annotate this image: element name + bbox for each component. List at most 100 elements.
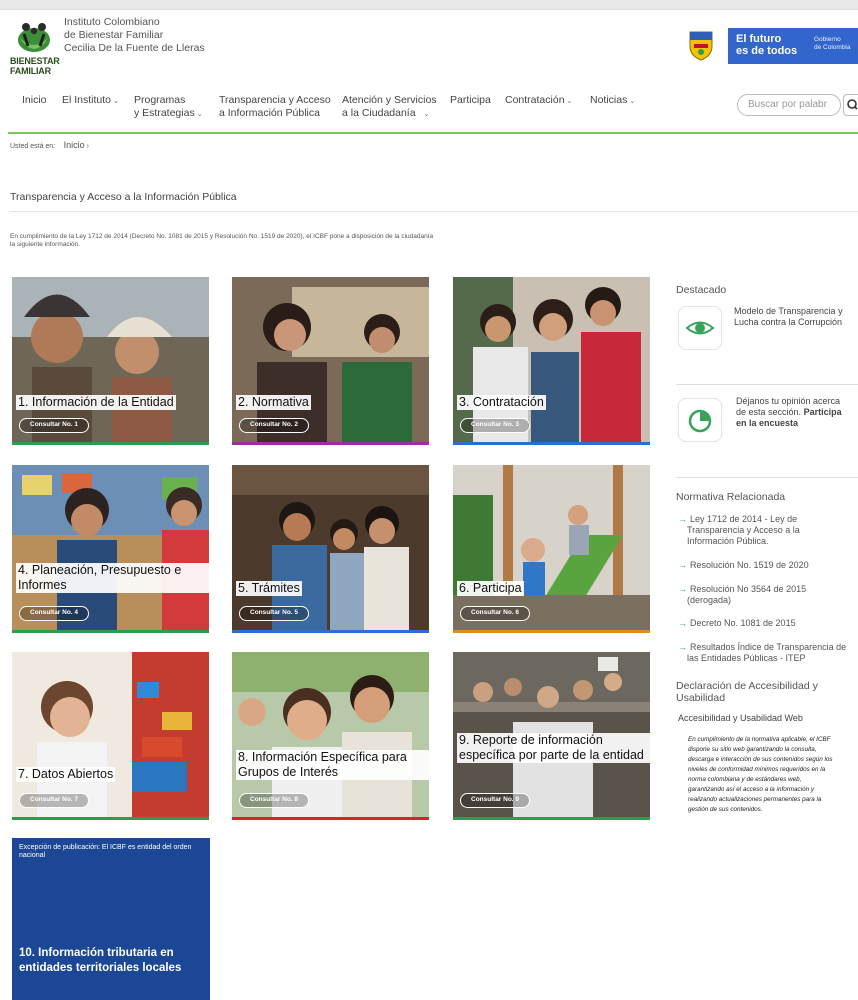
search-icon: [847, 99, 858, 110]
card-title: 1. Información de la Entidad: [16, 395, 176, 410]
intro-line-1: En cumplimiento de la Ley 1712 de 2014 (…: [10, 233, 434, 240]
nav-item-noticias[interactable]: Noticias ⌄: [590, 94, 635, 108]
logo-text-line1: BIENESTAR: [10, 56, 60, 66]
consult-button[interactable]: Consultar No. 3: [460, 418, 531, 433]
chevron-down-icon: ⌄: [196, 111, 203, 118]
card-title: 3. Contratación: [457, 395, 546, 410]
arrow-right-icon: →: [678, 642, 687, 652]
card-title: 6. Participa: [457, 581, 524, 596]
card-color-bar: [232, 630, 429, 633]
card-informacion-tributaria[interactable]: Excepción de publicación: El ICBF es ent…: [12, 838, 210, 1000]
colombia-shield-icon: [689, 31, 713, 61]
consult-button[interactable]: Consultar No. 5: [239, 606, 310, 621]
card-color-bar: [12, 817, 209, 820]
gov-co-banner[interactable]: El futuro es de todos Gobierno de Colomb…: [728, 28, 858, 64]
nav-item-participa[interactable]: Participa: [450, 94, 491, 107]
consult-button[interactable]: Consultar No. 4: [19, 606, 90, 621]
nav-item-inicio[interactable]: Inicio: [22, 94, 47, 107]
card-datos-abiertos[interactable]: 7. Datos Abiertos Consultar No. 7: [12, 652, 209, 820]
nav-item-el-instituto[interactable]: El Instituto ⌄: [62, 94, 119, 108]
featured-transparency-item[interactable]: [678, 306, 722, 350]
card-title: 8. Información Específica para Grupos de…: [236, 750, 429, 780]
arrow-right-icon: →: [678, 584, 687, 594]
accesibilidad-text: En cumplimiento de la normativa aplicabl…: [688, 736, 833, 813]
site-header: BIENESTAR FAMILIAR Instituto Colombiano …: [0, 12, 858, 82]
card-title: 9. Reporte de información específica por…: [457, 733, 650, 763]
arrow-right-icon: →: [678, 560, 687, 570]
related-link-decreto-1081[interactable]: → Decreto No. 1081 de 2015: [678, 618, 796, 629]
main-navigation: Inicio El Instituto ⌄ Programas y Estrateg…: [0, 94, 858, 130]
consult-button[interactable]: Consultar No. 2: [239, 418, 310, 433]
logo-text-line2: FAMILIAR: [10, 66, 51, 76]
family-logo-icon: [18, 23, 50, 52]
icbf-logo[interactable]: BIENESTAR FAMILIAR: [10, 18, 60, 80]
chevron-right-icon: ›: [84, 143, 89, 150]
gov-banner-line1: El futuro: [736, 33, 782, 45]
sidebar-divider: [676, 477, 858, 478]
institution-line-1: Instituto Colombiano: [64, 16, 160, 28]
intro-line-2: la siguiente información.: [10, 241, 81, 248]
related-link-resolucion-3564[interactable]: → Resolución No 3564 de 2015 (derogada): [678, 584, 806, 606]
page-title: Transparencia y Acceso a la Información …: [10, 191, 237, 203]
sidebar-divider: [676, 384, 858, 385]
card-planeacion[interactable]: 4. Planeación, Presupuesto e Informes Co…: [12, 465, 209, 633]
institution-line-3: Cecilia De la Fuente de Lleras: [64, 42, 205, 54]
survey-link[interactable]: Déjanos tu opinión acerca de esta secció…: [736, 396, 842, 429]
card-color-bar: [232, 817, 429, 820]
search-input[interactable]: Buscar por palabr: [737, 94, 841, 116]
card-color-bar: [12, 442, 209, 445]
arrow-right-icon: →: [678, 618, 687, 628]
destacado-heading: Destacado: [676, 284, 727, 296]
gov-banner-small1: Gobierno: [814, 36, 841, 43]
intro-text: En cumplimiento de la Ley 1712 de 2014 (…: [10, 233, 590, 249]
consult-button[interactable]: Consultar No. 6: [460, 606, 531, 621]
card-contratacion[interactable]: 3. Contratación Consultar No. 3: [453, 277, 650, 445]
eye-icon: [685, 321, 715, 335]
breadcrumb: Usted está en: Inicio ›: [10, 140, 89, 150]
chevron-down-icon: ⌄: [113, 98, 119, 105]
title-divider: [10, 211, 858, 212]
card-tramites[interactable]: 5. Trámites Consultar No. 5: [232, 465, 429, 633]
featured-transparency-link[interactable]: Modelo de Transparencia y Lucha contra l…: [734, 306, 843, 328]
breadcrumb-home-link[interactable]: Inicio: [64, 140, 85, 150]
card-informacion-entidad[interactable]: 1. Información de la Entidad Consultar N…: [12, 277, 209, 445]
card-participa[interactable]: 6. Participa Consultar No. 6: [453, 465, 650, 633]
nav-item-atencion[interactable]: Atención y Servicios a la Ciudadanía ⌄: [342, 94, 437, 121]
survey-item[interactable]: [678, 398, 722, 442]
accesibilidad-heading: Declaración de Accesibilidad y Usabilida…: [676, 680, 818, 704]
card-color-bar: [12, 630, 209, 633]
consult-button[interactable]: Consultar No. 9: [460, 793, 531, 808]
chevron-down-icon: ⌄: [566, 98, 573, 105]
card-grupos-interes[interactable]: 8. Información Específica para Grupos de…: [232, 652, 429, 820]
card-color-bar: [232, 442, 429, 445]
related-link-resolucion-1519[interactable]: → Resolución No. 1519 de 2020: [678, 560, 809, 571]
accesibilidad-subheading: Accesibilidad y Usabilidad Web: [678, 713, 803, 723]
nav-item-transparencia[interactable]: Transparencia y Acceso a Información Públ…: [219, 94, 331, 120]
publication-exception-note: Excepción de publicación: El ICBF es ent…: [19, 844, 192, 859]
chart-survey-icon: [688, 409, 712, 433]
card-title: 4. Planeación, Presupuesto e Informes: [16, 563, 209, 593]
card-title: 7. Datos Abiertos: [16, 767, 116, 782]
nav-item-programas[interactable]: Programas y Estrategias ⌄: [134, 94, 203, 121]
related-link-itep[interactable]: → Resultados Índice de Transparencia de l…: [678, 642, 846, 664]
gov-banner-small2: de Colombia: [814, 44, 851, 51]
related-link-ley-1712[interactable]: → Ley 1712 de 2014 - Ley de Transparencia…: [678, 514, 800, 547]
card-reporte-informacion[interactable]: 9. Reporte de información específica por…: [453, 652, 650, 820]
card-color-bar: [453, 630, 650, 633]
institution-name: Instituto Colombiano de Bienestar Famili…: [64, 16, 205, 55]
consult-button[interactable]: Consultar No. 7: [19, 793, 90, 808]
card-normativa[interactable]: 2. Normativa Consultar No. 2: [232, 277, 429, 445]
nav-divider: [8, 132, 858, 134]
gov-banner-line2: es de todos: [736, 45, 798, 57]
consult-button[interactable]: Consultar No. 1: [19, 418, 90, 433]
breadcrumb-label: Usted está en:: [10, 143, 56, 150]
card-title: 10. Información tributaria en entidades …: [19, 947, 182, 974]
card-color-bar: [453, 817, 650, 820]
consult-button[interactable]: Consultar No. 8: [239, 793, 310, 808]
search-button[interactable]: [843, 94, 858, 116]
chevron-down-icon: ⌄: [629, 98, 636, 105]
nav-item-contratacion[interactable]: Contratación ⌄: [505, 94, 572, 108]
arrow-right-icon: →: [678, 514, 687, 524]
card-color-bar: [453, 442, 650, 445]
browser-top-strip: [0, 0, 858, 10]
